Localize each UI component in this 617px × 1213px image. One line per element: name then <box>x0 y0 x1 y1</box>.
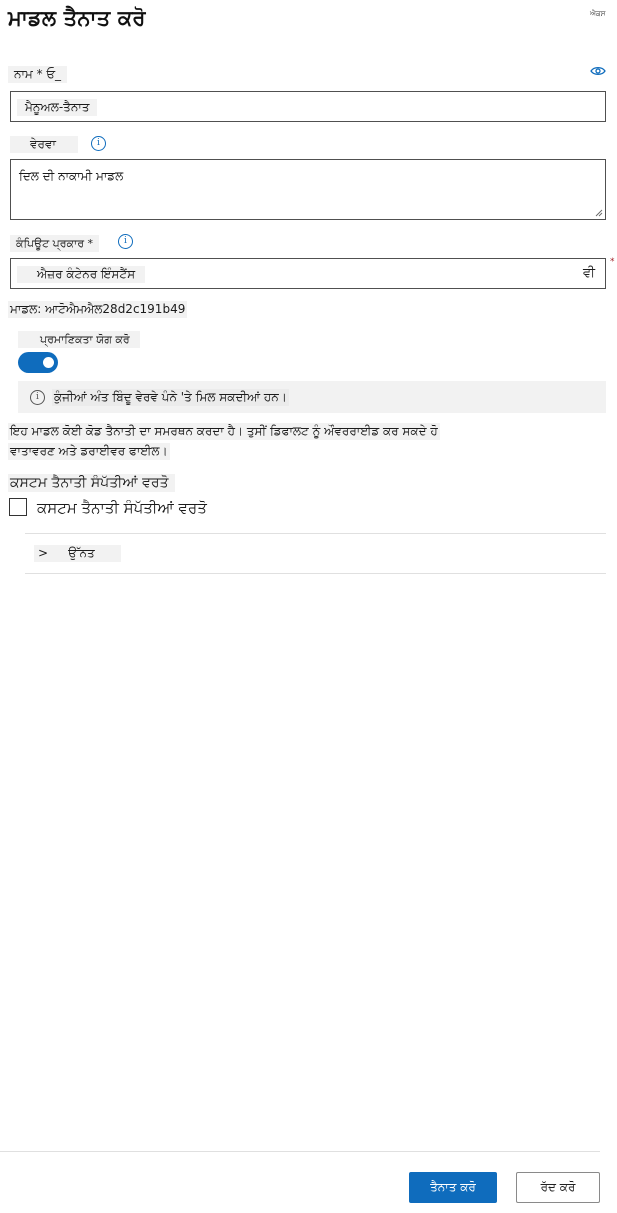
compute-type-info-icon[interactable]: i <box>118 234 133 249</box>
advanced-expander[interactable]: > ਉੱਨਤ <box>34 545 121 562</box>
description-value: ਦਿਲ ਦੀ ਨਾਕਾਮੀ ਮਾਡਲ <box>19 169 124 183</box>
description-label: ਵੇਰਵਾ <box>10 136 78 153</box>
advanced-label: ਉੱਨਤ <box>68 546 95 560</box>
description-info-icon[interactable]: i <box>91 136 106 151</box>
compute-type-value: ਐਜ਼ਰ ਕੰਟੇਨਰ ਇੰਸਟੈਂਸ <box>17 266 146 283</box>
divider-bottom <box>25 573 606 574</box>
name-input[interactable]: ਮੈਨੂਅਲ-ਤੈਨਾਤ <box>10 91 606 122</box>
banner-info-icon: i <box>30 390 45 405</box>
info-banner: i ਕੁੰਜੀਆਂ ਅੰਤ ਬਿੰਦੂ ਵੇਰਵੇ ਪੰਨੇ 'ਤੇ ਮਿਲ ਸ… <box>18 381 606 413</box>
auth-toggle[interactable] <box>18 352 58 373</box>
no-code-text-line2: ਵਾਤਾਵਰਣ ਅਤੇ ਡਰਾਈਵਰ ਫਾਈਲ। <box>8 443 170 460</box>
close-button[interactable]: ਐਕਸ <box>590 10 605 19</box>
required-asterisk: * <box>610 257 615 267</box>
custom-section-heading: ਕਸਟਮ ਤੈਨਾਤੀ ਸੰਪੱਤੀਆਂ ਵਰਤੋ <box>8 474 175 492</box>
no-code-text-line1: ਇਹ ਮਾਡਲ ਕੋਈ ਕੋਡ ਤੈਨਾਤੀ ਦਾ ਸਮਰਥਨ ਕਰਦਾ ਹੈ।… <box>8 423 440 440</box>
compute-type-select[interactable]: ਐਜ਼ਰ ਕੰਟੇਨਰ ਇੰਸਟੈਂਸ ਵੀ <box>10 258 606 289</box>
name-label: ਨਾਮ * ਓ_ <box>8 66 68 83</box>
banner-text: ਕੁੰਜੀਆਂ ਅੰਤ ਬਿੰਦੂ ਵੇਰਵੇ ਪੰਨੇ 'ਤੇ ਮਿਲ ਸਕਦ… <box>52 389 289 406</box>
panel-title: ਮਾਡਲ ਤੈਨਾਤ ਕਰੋ <box>8 6 146 30</box>
custom-properties-checkbox[interactable] <box>9 498 27 516</box>
toggle-knob <box>43 357 54 368</box>
eye-icon[interactable] <box>590 66 606 76</box>
auth-label: ਪ੍ਰਮਾਣਿਕਤਾ ਯੋਗ ਕਰੋ <box>18 331 140 348</box>
compute-type-tail: ਵੀ <box>582 266 595 281</box>
divider-top <box>25 533 606 534</box>
custom-properties-checkbox-label[interactable]: ਕਸਟਮ ਤੈਨਾਤੀ ਸੰਪੱਤੀਆਂ ਵਰਤੋ <box>37 499 207 517</box>
cancel-button[interactable]: ਰੱਦ ਕਰੋ <box>516 1172 600 1203</box>
compute-type-label: ਕੰਪਿਊਟ ਪ੍ਰਕਾਰ * <box>10 235 100 252</box>
footer-divider <box>0 1151 600 1152</box>
description-textarea[interactable]: ਦਿਲ ਦੀ ਨਾਕਾਮੀ ਮਾਡਲ <box>10 159 606 220</box>
resize-handle-icon[interactable] <box>595 209 603 217</box>
name-input-value: ਮੈਨੂਅਲ-ਤੈਨਾਤ <box>17 99 98 116</box>
model-name-text: ਮਾਡਲ: ਆਟੋਐਮਐਲ28d2c191b49 <box>8 301 188 318</box>
deploy-button[interactable]: ਤੈਨਾਤ ਕਰੋ <box>409 1172 497 1203</box>
chevron-right-icon: > <box>38 546 49 560</box>
